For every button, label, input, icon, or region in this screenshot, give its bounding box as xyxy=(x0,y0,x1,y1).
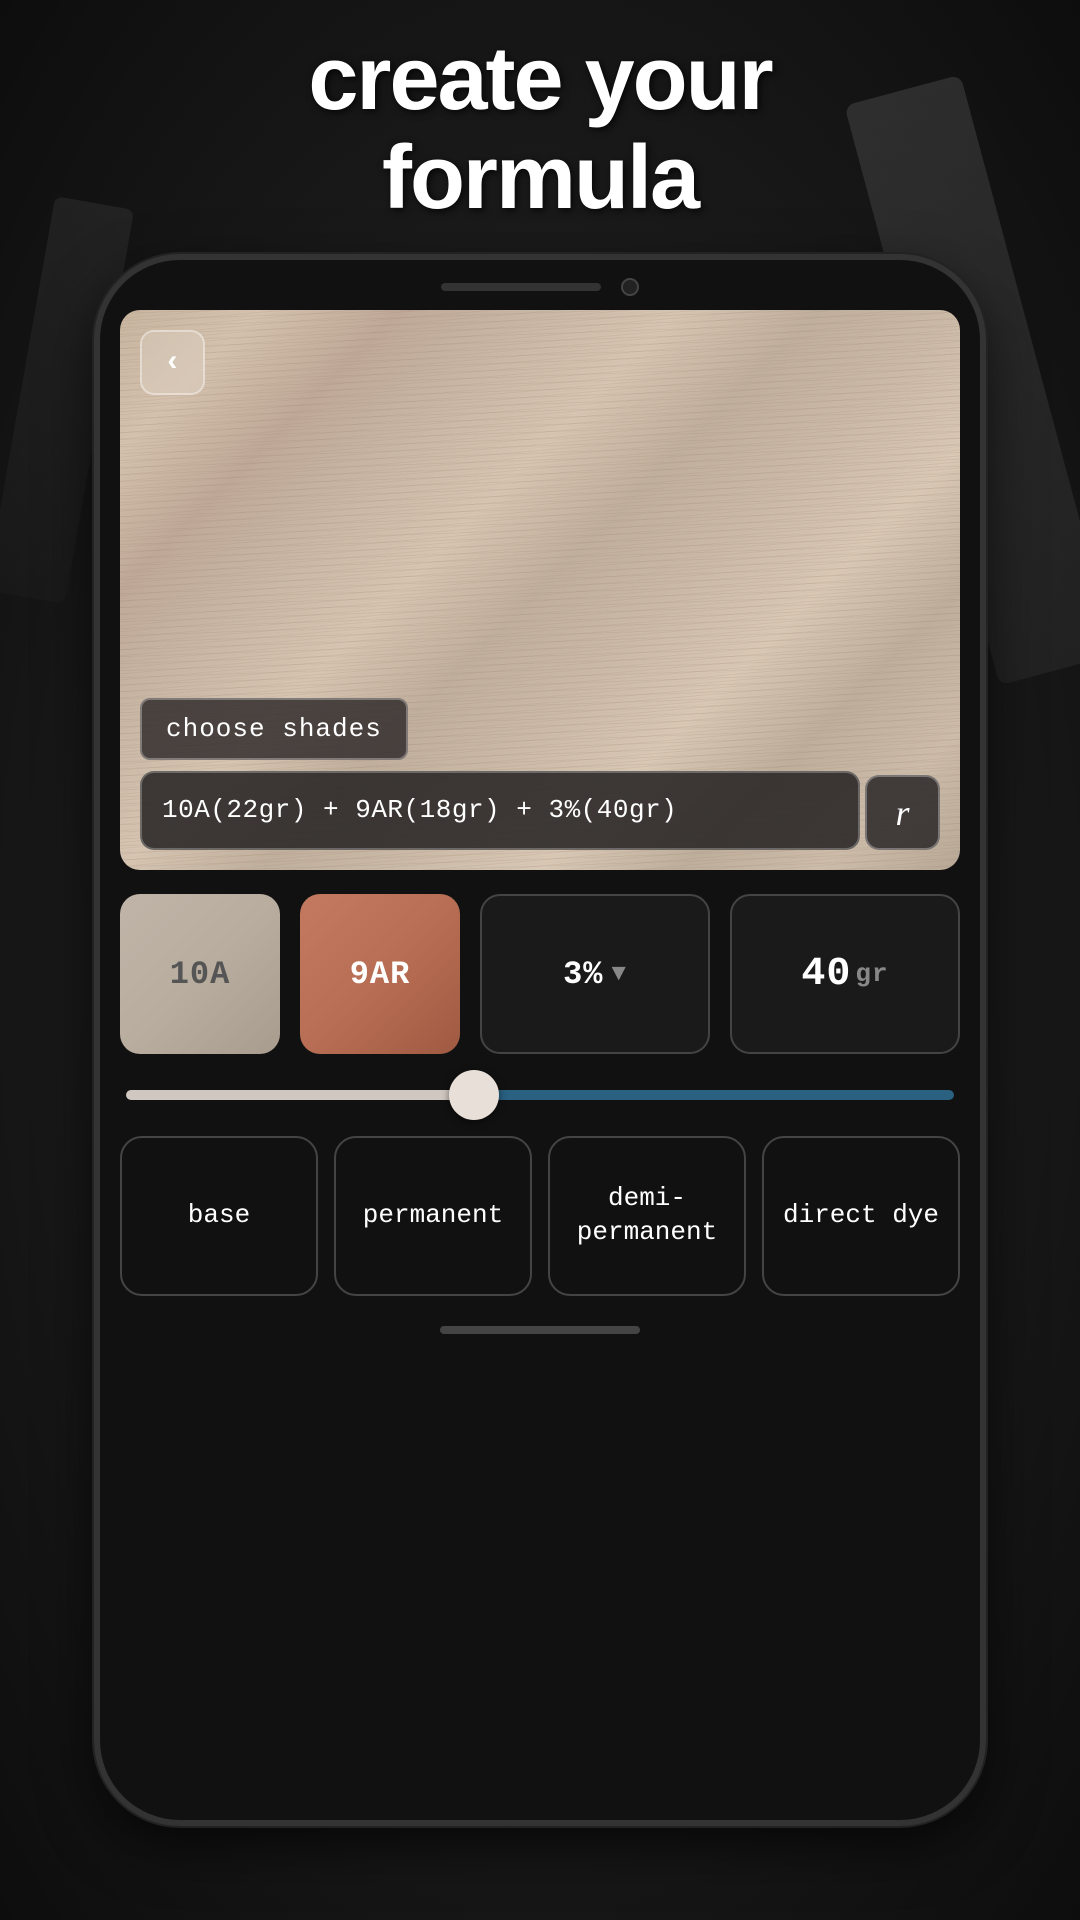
home-indicator xyxy=(120,1326,960,1334)
swatch-9ar[interactable]: 9AR xyxy=(300,894,460,1054)
notch-camera xyxy=(621,278,639,296)
type-btn-permanent[interactable]: permanent xyxy=(334,1136,532,1296)
type-btn-base-label: base xyxy=(188,1199,250,1233)
choose-shades-label: choose shades xyxy=(166,714,382,744)
notch-bar xyxy=(441,283,601,291)
r-badge[interactable]: r xyxy=(865,775,940,850)
swatch-10a[interactable]: 10A xyxy=(120,894,280,1054)
header-title: create your formula xyxy=(0,30,1080,228)
dropdown-arrow-icon: ▼ xyxy=(612,961,627,988)
type-btn-direct-dye-label: direct dye xyxy=(783,1199,939,1233)
title-line2: formula xyxy=(382,128,698,228)
slider-track[interactable] xyxy=(126,1090,954,1100)
home-bar xyxy=(440,1326,640,1334)
swatches-row: 10A 9AR 3% ▼ 40 gr xyxy=(120,894,960,1054)
gr-number: 40 xyxy=(801,952,851,997)
phone-mockup: ‹ choose shades 10A(22gr) + 9AR(18gr) + … xyxy=(100,260,980,1820)
back-icon: ‹ xyxy=(163,346,181,380)
type-btn-demi-permanent[interactable]: demi-permanent xyxy=(548,1136,746,1296)
swatch-10a-label: 10A xyxy=(170,956,231,993)
slider-container[interactable] xyxy=(120,1090,960,1100)
percent-label: 3% xyxy=(563,956,603,993)
swatch-gr[interactable]: 40 gr xyxy=(730,894,960,1054)
type-buttons: base permanent demi-permanent direct dye xyxy=(120,1136,960,1296)
type-btn-base[interactable]: base xyxy=(120,1136,318,1296)
hair-preview: ‹ choose shades 10A(22gr) + 9AR(18gr) + … xyxy=(120,310,960,870)
phone-notch xyxy=(100,260,980,310)
formula-text: 10A(22gr) + 9AR(18gr) + 3%(40gr) xyxy=(162,791,838,830)
swatch-9ar-label: 9AR xyxy=(350,956,411,993)
type-btn-direct-dye[interactable]: direct dye xyxy=(762,1136,960,1296)
choose-shades-button[interactable]: choose shades xyxy=(140,698,408,760)
r-badge-label: r xyxy=(895,792,909,834)
formula-box: 10A(22gr) + 9AR(18gr) + 3%(40gr) xyxy=(140,771,860,850)
back-button[interactable]: ‹ xyxy=(140,330,205,395)
swatch-percent[interactable]: 3% ▼ xyxy=(480,894,710,1054)
slider-thumb[interactable] xyxy=(449,1070,499,1120)
title-line1: create your xyxy=(308,29,771,129)
phone-content: ‹ choose shades 10A(22gr) + 9AR(18gr) + … xyxy=(100,310,980,1364)
gr-unit: gr xyxy=(855,959,888,989)
type-btn-demi-permanent-label: demi-permanent xyxy=(560,1182,734,1250)
type-btn-permanent-label: permanent xyxy=(363,1199,503,1233)
